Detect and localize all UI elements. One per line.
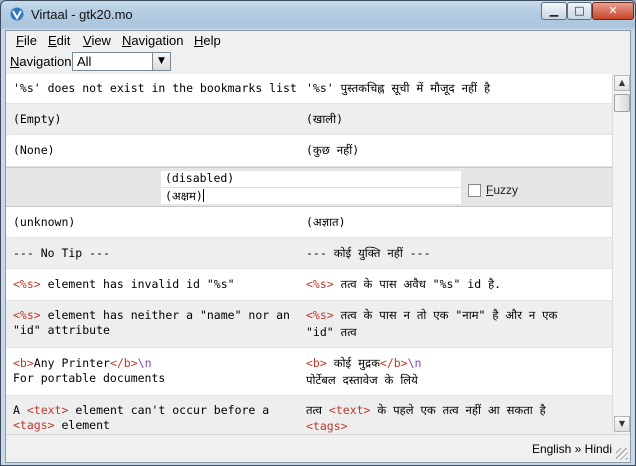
text-caret bbox=[202, 189, 204, 202]
maximize-button[interactable]: □ bbox=[567, 2, 592, 20]
menu-file[interactable]: File bbox=[16, 33, 37, 48]
target-text: <b> कोई मुद्रक</b>\n bbox=[306, 356, 422, 370]
target-text-line2: पोर्टेबल दस्तावेज के लिये bbox=[306, 373, 418, 387]
navigation-label: Navigation: bbox=[10, 54, 76, 69]
scroll-up-arrow-icon[interactable]: ▲ bbox=[614, 75, 630, 91]
scrollbar-thumb[interactable] bbox=[614, 94, 630, 112]
target-text: <%s> तत्व के पास न तो एक "नाम" है और न ए… bbox=[306, 308, 558, 322]
source-text: (None) bbox=[13, 143, 55, 157]
source-text: <%s> element has neither a "name" nor an bbox=[13, 308, 290, 322]
vertical-scrollbar[interactable]: ▲ ▼ bbox=[612, 74, 630, 433]
list-item[interactable]: (None) (कुछ नहीं) bbox=[6, 135, 612, 167]
source-text-readonly: (disabled) bbox=[161, 171, 461, 187]
language-pair: English » Hindi bbox=[531, 442, 612, 456]
resize-grip-icon[interactable] bbox=[616, 448, 628, 460]
source-text: '%s' does not exist in the bookmarks lis… bbox=[13, 81, 297, 95]
fuzzy-checkbox[interactable] bbox=[468, 184, 481, 197]
list-item[interactable]: <b>Any Printer</b>\n For portable docume… bbox=[6, 348, 612, 396]
source-text-line2: "id" attribute bbox=[13, 323, 110, 337]
navigation-toolbar: Navigation: All ▼ bbox=[6, 51, 630, 73]
virtaal-app-icon bbox=[10, 7, 24, 21]
active-unit-editor: (disabled) (अक्षम) Fuzzy bbox=[6, 167, 612, 207]
list-item[interactable]: '%s' does not exist in the bookmarks lis… bbox=[6, 74, 612, 104]
list-item[interactable]: A <text> element can't occur before a <t… bbox=[6, 396, 612, 433]
fuzzy-label[interactable]: Fuzzy bbox=[486, 183, 518, 197]
target-text: (खाली) bbox=[306, 112, 344, 126]
chevron-down-icon[interactable]: ▼ bbox=[152, 53, 170, 70]
translation-list: '%s' does not exist in the bookmarks lis… bbox=[6, 74, 612, 433]
source-text: (unknown) bbox=[13, 215, 76, 229]
target-text: (कुछ नहीं) bbox=[306, 143, 360, 157]
source-text: <b>Any Printer</b>\n bbox=[13, 356, 152, 370]
source-text-line2: <tags> element bbox=[13, 418, 110, 432]
target-text: तत्व <text> के पहले एक तत्व नहीं आ सकता … bbox=[306, 403, 546, 417]
menu-bar: File Edit View Navigation Help bbox=[6, 31, 630, 51]
target-text: (अज्ञात) bbox=[306, 215, 346, 229]
scroll-down-arrow-icon[interactable]: ▼ bbox=[614, 416, 630, 432]
app-window: Virtaal - gtk20.mo ▁ □ ✕ File Edit View … bbox=[0, 0, 636, 466]
target-text-line2: <tags> bbox=[306, 419, 348, 433]
list-item[interactable]: <%s> element has invalid id "%s" <%s> तत… bbox=[6, 269, 612, 301]
translation-input[interactable]: (अक्षम) bbox=[161, 187, 461, 204]
target-text: <%s> तत्व के पास अवैध "%s" id है. bbox=[306, 277, 502, 291]
menu-help[interactable]: Help bbox=[194, 33, 221, 48]
list-item[interactable]: (unknown) (अज्ञात) bbox=[6, 207, 612, 238]
target-text-line2: "id" तत्व bbox=[306, 325, 357, 339]
source-text: (Empty) bbox=[13, 112, 62, 126]
list-item[interactable]: <%s> element has neither a "name" nor an… bbox=[6, 301, 612, 348]
status-bar: English » Hindi bbox=[6, 434, 630, 462]
main-content: File Edit View Navigation Help Navigatio… bbox=[5, 30, 631, 463]
menu-view[interactable]: View bbox=[83, 33, 111, 48]
source-text: --- No Tip --- bbox=[13, 246, 110, 260]
source-text: <%s> element has invalid id "%s" bbox=[13, 277, 235, 291]
target-text: --- कोई युक्ति नहीं --- bbox=[306, 246, 431, 260]
title-bar[interactable]: Virtaal - gtk20.mo ▁ □ ✕ bbox=[1, 1, 635, 30]
minimize-button[interactable]: ▁ bbox=[541, 2, 567, 20]
close-button[interactable]: ✕ bbox=[592, 2, 634, 20]
list-item[interactable]: --- No Tip --- --- कोई युक्ति नहीं --- bbox=[6, 238, 612, 269]
navigation-select[interactable]: All ▼ bbox=[72, 52, 171, 71]
target-text: '%s' पुस्तकचिह्न सूची में मौजूद नहीं है bbox=[306, 81, 491, 95]
source-text-line2: For portable documents bbox=[13, 371, 166, 385]
source-text: A <text> element can't occur before a bbox=[13, 403, 270, 417]
navigation-select-value: All bbox=[77, 54, 92, 69]
window-title: Virtaal - gtk20.mo bbox=[31, 7, 133, 22]
list-item[interactable]: (Empty) (खाली) bbox=[6, 104, 612, 135]
menu-edit[interactable]: Edit bbox=[48, 33, 70, 48]
menu-navigation[interactable]: Navigation bbox=[122, 33, 183, 48]
